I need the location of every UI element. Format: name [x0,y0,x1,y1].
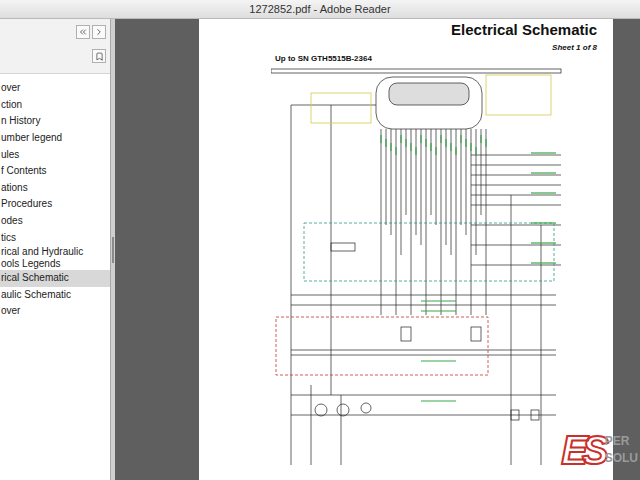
logo-mark: ES [561,428,602,472]
bookmark-item[interactable]: rical Schematic [0,270,110,287]
bookmark-options-icon[interactable] [92,49,106,63]
bookmark-item[interactable]: umber legend [0,130,110,147]
bookmark-list: overctionn Historyumber legendulesf Cont… [0,74,110,320]
panel-toolbar [0,19,110,74]
sheet-label: Sheet 1 of 8 [552,43,597,52]
page-title: Electrical Schematic [451,21,597,38]
next-icon[interactable] [92,25,106,39]
schematic-drawing [271,65,571,475]
bookmark-item[interactable]: over [0,303,110,320]
bookmark-item[interactable]: Procedures [0,196,110,213]
bookmark-item[interactable]: aulic Schematic [0,287,110,304]
bookmark-item[interactable]: odes [0,213,110,230]
adobe-reader-window: 1272852.pdf - Adobe Readeroverctionn His… [0,0,640,480]
serial-label: Up to SN GTH5515B-2364 [275,54,597,63]
watermark-logo: ESPERSOLU [561,428,640,472]
bookmark-item[interactable]: tics [0,229,110,246]
bookmark-item[interactable]: ction [0,97,110,114]
bookmark-item[interactable]: rical and Hydraulicools Legends [0,246,110,270]
title-bar: 1272852.pdf - Adobe Reader [0,0,640,19]
bookmark-item[interactable]: ations [0,180,110,197]
bookmark-item[interactable]: ules [0,146,110,163]
bookmark-item[interactable]: f Contents [0,163,110,180]
logo-text: SOLU [605,450,638,467]
collapse-icon[interactable] [76,25,90,39]
pdf-page: Electrical Schematic Sheet 1 of 8 Up to SN… [199,19,613,480]
document-view: Electrical Schematic Sheet 1 of 8 Up to SN… [115,19,640,480]
bookmark-item[interactable]: over [0,80,110,97]
logo-text: PER [605,433,638,450]
bookmark-item[interactable]: n History [0,113,110,130]
bookmarks-panel: overctionn Historyumber legendulesf Cont… [0,19,111,480]
